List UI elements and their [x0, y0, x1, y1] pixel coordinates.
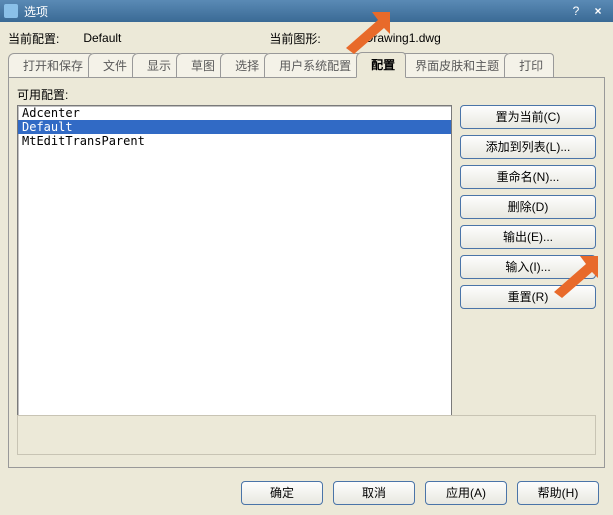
export-button[interactable]: 输出(E)...	[460, 225, 596, 249]
current-profile-value: Default	[83, 31, 121, 45]
window-title: 选项	[24, 3, 48, 20]
title-bar: 选项 ? ×	[0, 0, 613, 22]
tab-print[interactable]: 打印	[504, 53, 554, 77]
import-button[interactable]: 输入(I)...	[460, 255, 596, 279]
current-drawing-label: 当前图形:	[269, 30, 320, 47]
description-panel	[17, 415, 596, 455]
reset-button[interactable]: 重置(R)	[460, 285, 596, 309]
tab-selection[interactable]: 选择	[220, 53, 270, 77]
tab-open-save[interactable]: 打开和保存	[8, 53, 94, 77]
cancel-button[interactable]: 取消	[333, 481, 415, 505]
rename-button[interactable]: 重命名(N)...	[460, 165, 596, 189]
help-button[interactable]: 帮助(H)	[517, 481, 599, 505]
profiles-listbox[interactable]: Adcenter Default MtEditTransParent	[17, 105, 452, 425]
add-to-list-button[interactable]: 添加到列表(L)...	[460, 135, 596, 159]
list-item[interactable]: Adcenter	[18, 106, 451, 120]
dialog-footer: 确定 取消 应用(A) 帮助(H)	[241, 481, 599, 505]
titlebar-close-button[interactable]: ×	[587, 3, 609, 19]
titlebar-help-button[interactable]: ?	[565, 3, 587, 19]
tab-skin-theme[interactable]: 界面皮肤和主题	[400, 53, 510, 77]
client-area: 当前配置: Default 当前图形: Drawing1.dwg 打开和保存 文…	[0, 22, 613, 515]
tab-display[interactable]: 显示	[132, 53, 182, 77]
current-profile-label: 当前配置:	[8, 30, 59, 47]
tab-drafting[interactable]: 草图	[176, 53, 226, 77]
set-current-button[interactable]: 置为当前(C)	[460, 105, 596, 129]
list-item[interactable]: Default	[18, 120, 451, 134]
header-info-row: 当前配置: Default 当前图形: Drawing1.dwg	[8, 28, 605, 48]
ok-button[interactable]: 确定	[241, 481, 323, 505]
tab-profiles[interactable]: 配置	[356, 52, 406, 78]
tab-files[interactable]: 文件	[88, 53, 138, 77]
profile-buttons-column: 置为当前(C) 添加到列表(L)... 重命名(N)... 删除(D) 输出(E…	[460, 105, 596, 425]
tab-user-prefs[interactable]: 用户系统配置	[264, 53, 362, 77]
available-profiles-label: 可用配置:	[17, 86, 596, 103]
tab-strip: 打开和保存 文件 显示 草图 选择 用户系统配置 配置 界面皮肤和主题 打印	[8, 54, 605, 78]
app-icon	[4, 4, 18, 18]
tab-page-profiles: 可用配置: Adcenter Default MtEditTransParent…	[8, 78, 605, 468]
current-drawing-value: Drawing1.dwg	[365, 31, 441, 45]
delete-button[interactable]: 删除(D)	[460, 195, 596, 219]
list-item[interactable]: MtEditTransParent	[18, 134, 451, 148]
apply-button[interactable]: 应用(A)	[425, 481, 507, 505]
